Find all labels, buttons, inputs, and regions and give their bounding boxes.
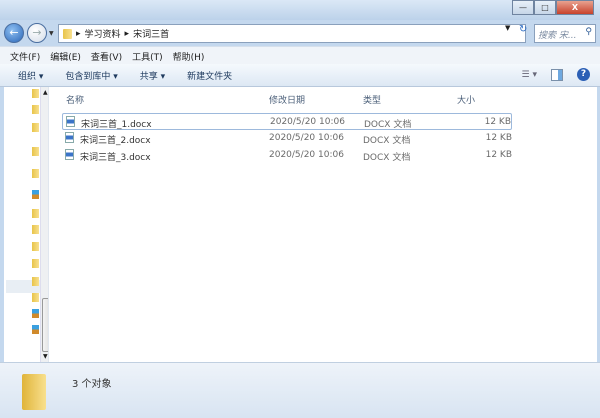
folder-icon[interactable] xyxy=(32,169,39,178)
history-dropdown[interactable]: ▼ xyxy=(49,30,54,37)
file-name: 宋词三首_2.docx xyxy=(80,136,151,146)
navigation-pane: ▲ ▼ xyxy=(0,87,52,362)
file-size: 12 KB xyxy=(485,133,512,143)
search-input[interactable]: 搜索 宋... ⚲ xyxy=(534,24,596,43)
file-type: DOCX 文档 xyxy=(363,153,411,163)
folder-icon[interactable] xyxy=(32,123,39,132)
breadcrumb-song-ci[interactable]: 宋词三首 xyxy=(133,27,169,40)
item-count: 3 个对象 xyxy=(72,379,112,390)
include-in-library-button[interactable]: 包含到库中 ▾ xyxy=(65,69,117,82)
help-icon[interactable]: ? xyxy=(577,68,590,81)
organize-button[interactable]: 组织 ▾ xyxy=(18,69,43,82)
file-row[interactable]: 宋词三首_2.docx 2020/5/20 10:06 DOCX 文档 12 K… xyxy=(62,130,512,147)
details-pane: 3 个对象 xyxy=(0,362,600,418)
refresh-icon[interactable]: ↻ xyxy=(519,24,527,35)
docx-file-icon xyxy=(65,132,74,143)
file-size: 12 KB xyxy=(485,150,512,160)
folder-icon[interactable] xyxy=(32,89,39,98)
close-button[interactable]: X xyxy=(556,0,594,15)
search-icon[interactable]: ⚲ xyxy=(585,27,592,37)
library-icon[interactable] xyxy=(32,309,39,318)
folder-icon xyxy=(22,374,46,410)
address-dropdown-icon[interactable]: ▼ xyxy=(505,24,510,32)
file-modified: 2020/5/20 10:06 xyxy=(269,150,344,160)
breadcrumb-separator[interactable]: ▸ xyxy=(125,29,130,39)
folder-icon[interactable] xyxy=(32,225,39,234)
folder-icon[interactable] xyxy=(32,259,39,268)
menu-tools[interactable]: 工具(T) xyxy=(132,50,163,63)
column-header-name[interactable]: 名称 xyxy=(66,93,84,106)
file-name: 宋词三首_3.docx xyxy=(80,153,151,163)
title-bar: — □ X xyxy=(0,0,600,20)
column-header-type[interactable]: 类型 xyxy=(363,93,381,106)
file-modified: 2020/5/20 10:06 xyxy=(269,133,344,143)
minimize-button[interactable]: — xyxy=(512,0,534,15)
breadcrumb-separator[interactable]: ▸ xyxy=(76,29,81,39)
file-list: 名称 修改日期 类型 大小 宋词三首_1.docx 2020/5/20 10:0… xyxy=(48,87,598,362)
command-bar: 组织 ▾ 包含到库中 ▾ 共享 ▾ 新建文件夹 ☰ ▾ ? xyxy=(0,64,600,87)
folder-icon[interactable] xyxy=(32,277,39,286)
menu-file[interactable]: 文件(F) xyxy=(10,50,40,63)
folder-icon[interactable] xyxy=(32,147,39,156)
folder-icon[interactable] xyxy=(32,105,39,114)
column-header-modified[interactable]: 修改日期 xyxy=(269,93,305,106)
maximize-button[interactable]: □ xyxy=(534,0,556,15)
forward-button[interactable]: → xyxy=(27,23,47,43)
column-header-size[interactable]: 大小 xyxy=(457,93,475,106)
menu-help[interactable]: 帮助(H) xyxy=(173,50,205,63)
address-bar[interactable]: ▸ 学习资料 ▸ 宋词三首 xyxy=(58,24,526,43)
file-name: 宋词三首_1.docx xyxy=(81,120,152,130)
file-row[interactable]: 宋词三首_1.docx 2020/5/20 10:06 DOCX 文档 12 K… xyxy=(62,113,512,130)
docx-file-icon xyxy=(66,116,75,127)
scroll-down-icon[interactable]: ▼ xyxy=(43,353,48,360)
library-icon[interactable] xyxy=(32,190,39,199)
preview-pane-icon[interactable] xyxy=(551,68,563,81)
new-folder-button[interactable]: 新建文件夹 xyxy=(187,69,232,82)
folder-icon xyxy=(63,28,72,39)
scroll-up-icon[interactable]: ▲ xyxy=(43,89,48,96)
file-type: DOCX 文档 xyxy=(363,136,411,146)
folder-icon[interactable] xyxy=(32,209,39,218)
address-row: ← → ▼ ▸ 学习资料 ▸ 宋词三首 ▼ ↻ 搜索 宋... ⚲ xyxy=(0,22,600,44)
folder-icon[interactable] xyxy=(32,242,39,251)
file-size: 12 KB xyxy=(484,117,511,127)
library-icon[interactable] xyxy=(32,325,39,334)
view-options-icon[interactable]: ☰ ▾ xyxy=(522,70,537,80)
search-placeholder: 搜索 宋... xyxy=(538,31,577,41)
menu-view[interactable]: 查看(V) xyxy=(91,50,122,63)
file-row[interactable]: 宋词三首_3.docx 2020/5/20 10:06 DOCX 文档 12 K… xyxy=(62,147,512,164)
file-type: DOCX 文档 xyxy=(364,120,412,130)
back-button[interactable]: ← xyxy=(4,23,24,43)
breadcrumb-study-materials[interactable]: 学习资料 xyxy=(85,27,121,40)
docx-file-icon xyxy=(65,149,74,160)
file-modified: 2020/5/20 10:06 xyxy=(270,117,345,127)
share-button[interactable]: 共享 ▾ xyxy=(140,69,165,82)
menu-edit[interactable]: 编辑(E) xyxy=(50,50,81,63)
folder-icon[interactable] xyxy=(32,293,39,302)
menu-bar: 文件(F) 编辑(E) 查看(V) 工具(T) 帮助(H) xyxy=(0,46,600,64)
